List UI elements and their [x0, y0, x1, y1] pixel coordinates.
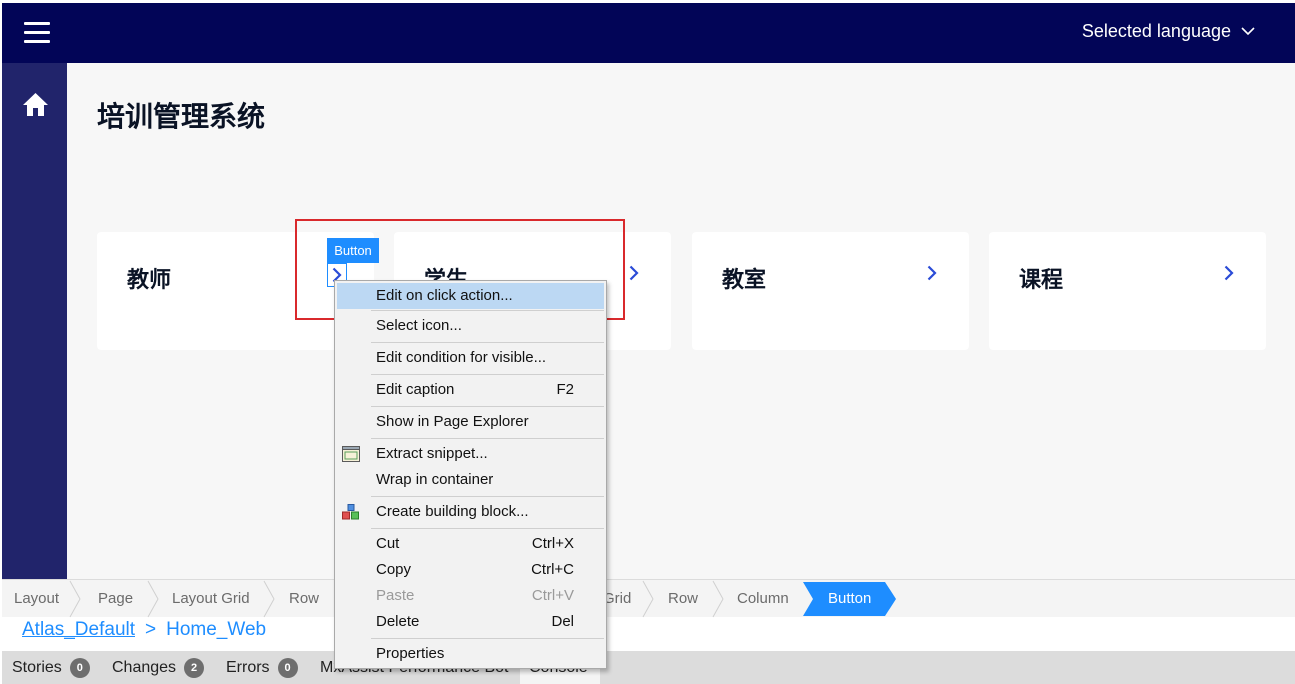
layout-link[interactable]: Atlas_Default — [22, 619, 135, 640]
top-bar: Selected language — [2, 3, 1295, 63]
menu-item-paste: Paste Ctrl+V — [337, 583, 604, 609]
page-link[interactable]: Home_Web — [166, 619, 266, 640]
menu-shortcut: Del — [551, 613, 574, 630]
document-path: Atlas_Default > Home_Web — [22, 619, 266, 641]
breadcrumb-item[interactable]: Page — [98, 580, 133, 618]
menu-item-delete[interactable]: Delete Del — [337, 609, 604, 635]
count-badge: 0 — [69, 657, 90, 678]
breadcrumb-separator — [712, 580, 724, 618]
page-title: 培训管理系统 — [97, 100, 266, 133]
breadcrumb-item[interactable]: Row — [668, 580, 698, 618]
sidebar — [2, 63, 67, 579]
menu-item-edit-caption[interactable]: Edit caption F2 — [337, 377, 604, 403]
hamburger-menu-icon[interactable] — [24, 22, 50, 44]
menu-separator — [371, 342, 604, 343]
breadcrumb-separator — [69, 580, 81, 618]
main-content: 培训管理系统 教师 学生 教室 课程 — [67, 63, 1295, 579]
menu-item-extract-snippet[interactable]: Extract snippet... — [337, 441, 604, 467]
menu-shortcut: Ctrl+X — [531, 535, 574, 552]
card-label: 课程 — [1019, 268, 1064, 293]
tab-label: Changes — [112, 659, 177, 676]
menu-separator — [371, 528, 604, 529]
menu-separator — [371, 438, 604, 439]
breadcrumb-separator — [642, 580, 654, 618]
home-icon[interactable] — [22, 92, 49, 117]
menu-separator — [371, 496, 604, 497]
breadcrumb-item[interactable]: Column — [737, 580, 789, 618]
tab-label: Stories — [12, 659, 62, 676]
menu-separator — [371, 310, 604, 311]
menu-item-select-icon[interactable]: Select icon... — [337, 313, 604, 339]
menu-shortcut: Ctrl+V — [531, 587, 574, 604]
chevron-right-icon[interactable] — [1224, 265, 1234, 281]
breadcrumb-item-active[interactable]: Button — [828, 582, 871, 616]
menu-item-edit-condition-for-visible[interactable]: Edit condition for visible... — [337, 345, 604, 371]
chevron-down-icon — [1241, 27, 1255, 36]
breadcrumb-separator — [263, 580, 275, 618]
language-selector-label: Selected language — [1081, 21, 1231, 41]
path-separator: > — [145, 619, 157, 640]
menu-item-edit-on-click-action[interactable]: Edit on click action... — [337, 283, 604, 309]
chevron-right-icon[interactable] — [927, 265, 937, 281]
snippet-icon — [342, 446, 360, 462]
card-classroom[interactable]: 教室 — [692, 232, 969, 350]
context-menu: Edit on click action... Select icon... E… — [334, 280, 607, 669]
chevron-right-icon[interactable] — [629, 265, 639, 281]
breadcrumb-item[interactable]: Layout Grid — [172, 580, 250, 618]
language-selector[interactable]: Selected language — [1082, 21, 1255, 42]
breadcrumb-item[interactable]: Grid — [603, 580, 631, 618]
menu-item-show-in-page-explorer[interactable]: Show in Page Explorer — [337, 409, 604, 435]
card-course[interactable]: 课程 — [989, 232, 1266, 350]
menu-shortcut: F2 — [556, 381, 574, 398]
tab-changes[interactable]: Changes 2 — [112, 651, 205, 684]
selected-widget-tag: Button — [327, 238, 379, 263]
count-badge: 0 — [277, 657, 298, 678]
menu-separator — [371, 638, 604, 639]
breadcrumb-item[interactable]: Layout — [14, 580, 59, 618]
tab-stories[interactable]: Stories 0 — [12, 651, 90, 684]
card-label: 教师 — [127, 268, 172, 293]
menu-separator — [371, 406, 604, 407]
bottom-panel-tabs: Stories 0 Changes 2 Errors 0 MxAssist Pe… — [2, 651, 1295, 684]
menu-item-cut[interactable]: Cut Ctrl+X — [337, 531, 604, 557]
breadcrumb-separator — [147, 580, 159, 618]
menu-item-create-building-block[interactable]: Create building block... — [337, 499, 604, 525]
menu-shortcut: Ctrl+C — [531, 561, 574, 578]
menu-separator — [371, 374, 604, 375]
app-window: Selected language 培训管理系统 教师 学生 教室 课程 But… — [0, 0, 1295, 684]
tab-label: Errors — [226, 659, 270, 676]
building-block-icon — [342, 504, 359, 520]
count-badge: 2 — [184, 657, 205, 678]
breadcrumb-item[interactable]: Row — [289, 580, 319, 618]
structure-breadcrumb: Layout Page Layout Grid Row Grid Row Col… — [2, 579, 1295, 618]
tab-errors[interactable]: Errors 0 — [226, 651, 298, 684]
menu-item-properties[interactable]: Properties — [337, 641, 604, 667]
menu-item-copy[interactable]: Copy Ctrl+C — [337, 557, 604, 583]
menu-item-wrap-in-container[interactable]: Wrap in container — [337, 467, 604, 493]
card-label: 教室 — [722, 268, 767, 293]
